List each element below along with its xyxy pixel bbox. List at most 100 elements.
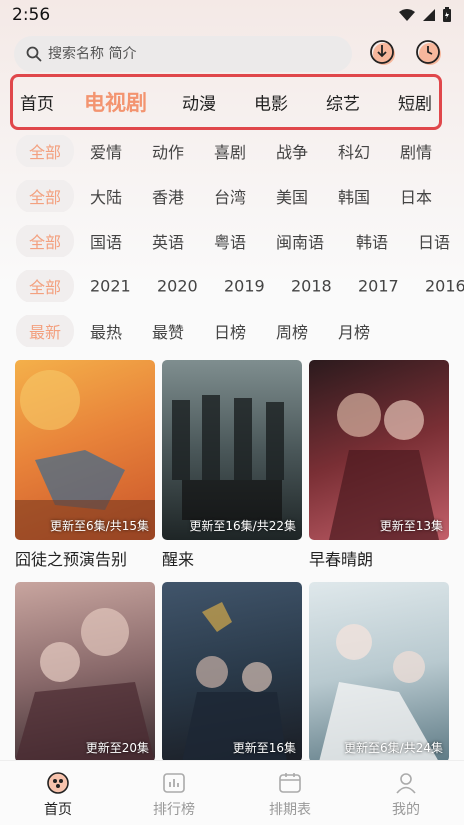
tab-home[interactable]: 首页 bbox=[20, 90, 54, 115]
language-all[interactable]: 全部 bbox=[16, 225, 75, 257]
status-bar: 2:56 bbox=[0, 0, 464, 30]
search-input[interactable] bbox=[48, 46, 328, 62]
video-card[interactable]: 更新至20集 bbox=[15, 582, 155, 768]
top-category-tabs: 首页 电视剧 动漫 电影 综艺 短剧 bbox=[10, 74, 442, 130]
genre-action[interactable]: 动作 bbox=[152, 139, 184, 163]
status-icons bbox=[398, 7, 452, 23]
poster-art bbox=[329, 393, 439, 540]
year-2019[interactable]: 2019 bbox=[224, 277, 265, 296]
year-2018[interactable]: 2018 bbox=[291, 277, 332, 296]
sort-weekly-chart[interactable]: 周榜 bbox=[276, 319, 308, 343]
video-title[interactable]: 早春晴朗 bbox=[309, 546, 449, 570]
nav-home-label: 首页 bbox=[44, 802, 72, 818]
region-usa[interactable]: 美国 bbox=[276, 184, 308, 208]
poster-art bbox=[182, 602, 287, 762]
poster-image[interactable]: 更新至16集/共22集 bbox=[162, 360, 302, 540]
wifi-icon bbox=[399, 9, 415, 21]
nav-schedule[interactable]: 排期表 bbox=[250, 771, 330, 819]
poster-art bbox=[319, 624, 439, 762]
poster-art bbox=[15, 370, 155, 540]
language-english[interactable]: 英语 bbox=[152, 229, 184, 253]
genre-comedy[interactable]: 喜剧 bbox=[214, 139, 246, 163]
episode-badge: 更新至16集/共22集 bbox=[189, 519, 296, 533]
poster-art bbox=[15, 608, 155, 762]
video-card[interactable]: 更新至16集/共22集 醒来 bbox=[162, 360, 302, 570]
language-mandarin[interactable]: 国语 bbox=[90, 229, 122, 253]
language-japanese[interactable]: 日语 bbox=[418, 229, 450, 253]
search-icon bbox=[26, 46, 42, 62]
nav-ranking-label: 排行榜 bbox=[153, 802, 195, 818]
genre-all[interactable]: 全部 bbox=[16, 135, 75, 167]
nav-profile[interactable]: 我的 bbox=[366, 771, 446, 819]
genre-filter-row: 全部 爱情 动作 喜剧 战争 科幻 剧情 bbox=[0, 135, 464, 167]
episode-badge: 更新至6集/共24集 bbox=[344, 741, 443, 755]
sort-monthly-chart[interactable]: 月榜 bbox=[338, 319, 370, 343]
tab-anime[interactable]: 动漫 bbox=[182, 90, 216, 115]
tab-movie[interactable]: 电影 bbox=[254, 90, 288, 115]
year-2017[interactable]: 2017 bbox=[358, 277, 399, 296]
year-filter-row: 全部 2021 2020 2019 2018 2017 2016 bbox=[0, 270, 464, 302]
sort-daily-chart[interactable]: 日榜 bbox=[214, 319, 246, 343]
language-filter-row: 全部 国语 英语 粤语 闽南语 韩语 日语 bbox=[0, 225, 464, 257]
episode-badge: 更新至6集/共15集 bbox=[50, 519, 149, 533]
year-2016[interactable]: 2016 bbox=[425, 277, 464, 296]
episode-badge: 更新至20集 bbox=[85, 741, 149, 755]
poster-image[interactable]: 更新至13集 bbox=[309, 360, 449, 540]
nav-ranking[interactable]: 排行榜 bbox=[134, 771, 214, 819]
poster-image[interactable]: 更新至6集/共15集 bbox=[15, 360, 155, 540]
search-row bbox=[14, 36, 454, 72]
genre-romance[interactable]: 爱情 bbox=[90, 139, 122, 163]
tab-variety[interactable]: 综艺 bbox=[326, 90, 360, 115]
calendar-icon bbox=[279, 773, 301, 793]
nav-schedule-label: 排期表 bbox=[269, 802, 311, 818]
poster-image[interactable]: 更新至16集 bbox=[162, 582, 302, 762]
region-korea[interactable]: 韩国 bbox=[338, 184, 370, 208]
poster-image[interactable]: 更新至6集/共24集 bbox=[309, 582, 449, 762]
genre-scifi[interactable]: 科幻 bbox=[338, 139, 370, 163]
genre-war[interactable]: 战争 bbox=[276, 139, 308, 163]
sort-hottest[interactable]: 最热 bbox=[90, 319, 122, 343]
year-all[interactable]: 全部 bbox=[16, 270, 75, 302]
region-taiwan[interactable]: 台湾 bbox=[214, 184, 246, 208]
tab-tv-series[interactable]: 电视剧 bbox=[84, 87, 147, 117]
video-title[interactable]: 醒来 bbox=[162, 546, 302, 570]
download-button[interactable] bbox=[368, 38, 398, 68]
region-hongkong[interactable]: 香港 bbox=[152, 184, 184, 208]
region-all[interactable]: 全部 bbox=[16, 180, 75, 212]
nav-home[interactable]: 首页 bbox=[18, 771, 98, 819]
video-card[interactable]: 更新至16集 bbox=[162, 582, 302, 768]
tab-short-drama[interactable]: 短剧 bbox=[398, 90, 432, 115]
video-card[interactable]: 更新至6集/共24集 bbox=[309, 582, 449, 768]
home-icon bbox=[47, 772, 69, 794]
nav-profile-label: 我的 bbox=[392, 802, 420, 818]
search-box[interactable] bbox=[14, 36, 352, 72]
ranking-icon bbox=[163, 773, 185, 793]
genre-drama[interactable]: 剧情 bbox=[400, 139, 432, 163]
language-korean[interactable]: 韩语 bbox=[356, 229, 388, 253]
sort-latest[interactable]: 最新 bbox=[16, 315, 75, 347]
history-button[interactable] bbox=[414, 38, 444, 68]
video-card[interactable]: 更新至6集/共15集 囧徒之预演告别 bbox=[15, 360, 155, 570]
language-minnan[interactable]: 闽南语 bbox=[276, 229, 324, 253]
poster-image[interactable]: 更新至20集 bbox=[15, 582, 155, 762]
profile-icon bbox=[396, 773, 416, 794]
sort-most-liked[interactable]: 最赞 bbox=[152, 319, 184, 343]
episode-badge: 更新至16集 bbox=[232, 741, 296, 755]
download-icon bbox=[370, 40, 395, 65]
region-mainland[interactable]: 大陆 bbox=[90, 184, 122, 208]
region-filter-row: 全部 大陆 香港 台湾 美国 韩国 日本 bbox=[0, 180, 464, 212]
year-2020[interactable]: 2020 bbox=[157, 277, 198, 296]
video-card[interactable]: 更新至13集 早春晴朗 bbox=[309, 360, 449, 570]
battery-icon bbox=[443, 7, 451, 22]
region-japan[interactable]: 日本 bbox=[400, 184, 432, 208]
poster-art bbox=[172, 395, 284, 520]
year-2021[interactable]: 2021 bbox=[90, 277, 131, 296]
status-time: 2:56 bbox=[12, 5, 51, 25]
bottom-navigation: 首页 排行榜 排期表 我的 bbox=[0, 760, 464, 825]
sort-filter-row: 最新 最热 最赞 日榜 周榜 月榜 bbox=[0, 315, 464, 347]
language-cantonese[interactable]: 粤语 bbox=[214, 229, 246, 253]
episode-badge: 更新至13集 bbox=[379, 519, 443, 533]
video-title[interactable]: 囧徒之预演告别 bbox=[15, 546, 155, 570]
signal-icon bbox=[423, 9, 435, 21]
history-icon bbox=[416, 40, 441, 65]
